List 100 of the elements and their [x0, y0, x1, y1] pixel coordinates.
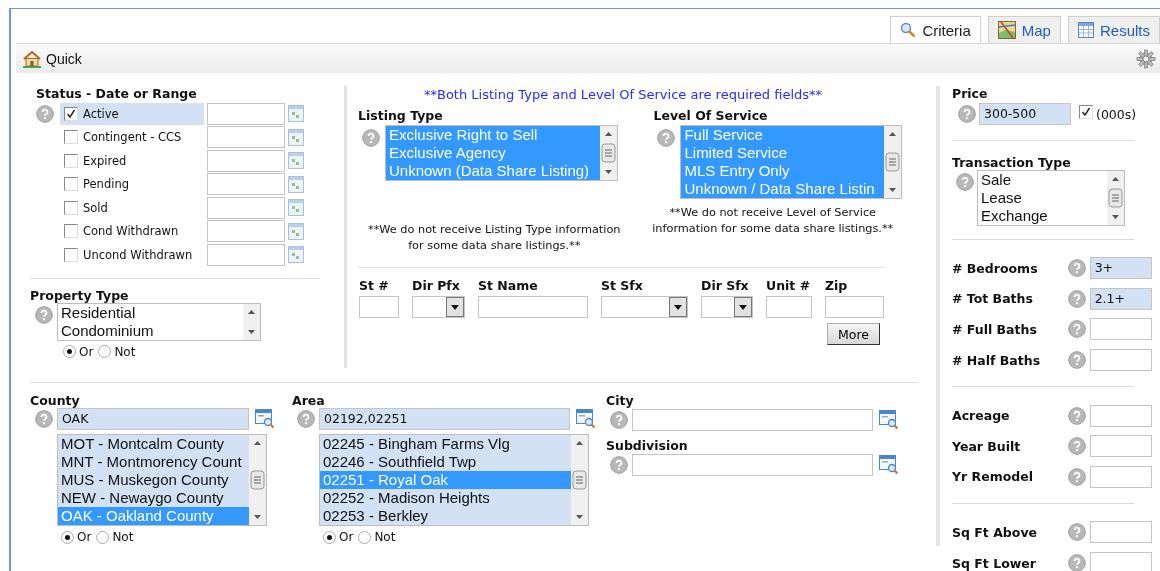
- list-option[interactable]: Lease: [978, 189, 1107, 207]
- help-icon[interactable]: [956, 173, 974, 191]
- lookup-input[interactable]: 02192,02251: [319, 408, 570, 430]
- list-option[interactable]: MNT - Montmorency Count: [58, 453, 249, 471]
- list-option[interactable]: Sale: [978, 171, 1107, 189]
- number-input[interactable]: [1089, 435, 1152, 458]
- calendar-icon[interactable]: [288, 175, 304, 193]
- radio-button[interactable]: [96, 530, 110, 544]
- checkbox[interactable]: [64, 247, 78, 262]
- help-icon[interactable]: [958, 105, 976, 123]
- list-option[interactable]: 02252 - Madison Heights: [320, 489, 571, 507]
- list-option[interactable]: MUS - Muskegon County: [58, 471, 249, 489]
- text-input[interactable]: [825, 296, 884, 318]
- help-icon[interactable]: [1067, 406, 1086, 425]
- lookup-input[interactable]: OAK: [57, 408, 249, 430]
- radio-button[interactable]: [61, 530, 74, 544]
- number-input[interactable]: [1089, 552, 1152, 571]
- date-input[interactable]: [207, 149, 285, 172]
- text-input[interactable]: [478, 296, 588, 318]
- help-icon[interactable]: [657, 129, 676, 147]
- calendar-icon[interactable]: [288, 128, 304, 146]
- text-input[interactable]: [766, 296, 812, 318]
- help-icon[interactable]: [610, 411, 628, 429]
- list-option[interactable]: 02246 - Southfield Twp: [320, 453, 571, 471]
- calendar-icon[interactable]: [288, 152, 304, 170]
- checkbox[interactable]: [64, 106, 78, 121]
- list-option[interactable]: 02245 - Bingham Farms Vlg: [320, 435, 571, 453]
- list-box[interactable]: Residential Condominium: [57, 302, 261, 341]
- dropdown[interactable]: [701, 296, 753, 318]
- list-option[interactable]: Exchange: [978, 207, 1107, 225]
- lookup-input[interactable]: [632, 454, 873, 476]
- list-box[interactable]: Sale Lease Exchange: [977, 170, 1125, 226]
- scrollbar[interactable]: [243, 303, 260, 340]
- checkbox[interactable]: [64, 153, 78, 168]
- lookup-icon[interactable]: [255, 409, 275, 429]
- help-icon[interactable]: [610, 456, 628, 474]
- calendar-icon[interactable]: [288, 199, 304, 217]
- help-icon[interactable]: [297, 410, 315, 428]
- list-option[interactable]: NEW - Newaygo County: [58, 489, 249, 507]
- calendar-icon[interactable]: [288, 246, 304, 264]
- more-button[interactable]: More: [827, 323, 880, 345]
- help-icon[interactable]: [36, 105, 54, 123]
- checkbox[interactable]: [64, 177, 78, 192]
- number-input[interactable]: [1089, 465, 1152, 488]
- list-box[interactable]: 02245 - Bingham Farms Vlg 02246 - Southfield Twp 02251 - Royal Oak 02252 - Madison Heights 02253 - Berkley: [319, 434, 589, 526]
- calendar-icon[interactable]: [288, 222, 304, 240]
- dropdown[interactable]: [412, 296, 465, 318]
- tab[interactable]: Map: [987, 16, 1061, 43]
- checkbox[interactable]: [64, 224, 78, 239]
- radio-button[interactable]: [98, 345, 112, 358]
- number-input[interactable]: [1089, 349, 1152, 372]
- radio-button[interactable]: [323, 530, 336, 544]
- help-icon[interactable]: [1067, 351, 1086, 370]
- scrollbar[interactable]: [600, 126, 617, 180]
- list-box[interactable]: MOT - Montcalm County MNT - Montmorency Count MUS - Muskegon County NEW - Newaygo County OAK - Oakland County: [57, 434, 267, 526]
- help-icon[interactable]: [35, 305, 53, 324]
- help-icon[interactable]: [1067, 554, 1086, 571]
- radio-button[interactable]: [63, 345, 76, 358]
- house-icon[interactable]: [22, 49, 42, 68]
- scrollbar[interactable]: [1107, 171, 1124, 225]
- tab[interactable]: Results: [1067, 16, 1160, 43]
- checkbox[interactable]: [64, 200, 78, 215]
- date-input[interactable]: [207, 126, 285, 149]
- dropdown[interactable]: [601, 296, 688, 318]
- help-icon[interactable]: [1067, 259, 1086, 278]
- date-input[interactable]: [207, 196, 285, 219]
- help-icon[interactable]: [362, 129, 380, 147]
- number-input[interactable]: [1089, 318, 1152, 341]
- lookup-icon[interactable]: [576, 409, 596, 429]
- lookup-input[interactable]: [632, 409, 873, 431]
- help-icon[interactable]: [1067, 467, 1086, 486]
- number-input[interactable]: 3+: [1089, 257, 1152, 280]
- lookup-icon[interactable]: [879, 410, 899, 430]
- date-input[interactable]: [207, 220, 285, 243]
- help-icon[interactable]: [1067, 437, 1086, 456]
- help-icon[interactable]: [35, 410, 53, 428]
- lookup-icon[interactable]: [879, 455, 899, 475]
- radio-button[interactable]: [358, 530, 372, 544]
- date-input[interactable]: [207, 243, 285, 266]
- list-option[interactable]: Residential: [58, 303, 243, 322]
- list-option[interactable]: MOT - Montcalm County: [58, 435, 249, 453]
- scrollbar[interactable]: [249, 435, 266, 525]
- calendar-icon[interactable]: [288, 105, 304, 123]
- list-option[interactable]: Condominium: [58, 321, 243, 340]
- scrollbar[interactable]: [884, 126, 902, 198]
- checkbox[interactable]: [64, 130, 78, 145]
- quick-link[interactable]: Quick: [46, 50, 82, 67]
- date-input[interactable]: [207, 173, 285, 196]
- text-input[interactable]: [359, 296, 399, 318]
- list-option[interactable]: 02253 - Berkley: [320, 507, 571, 525]
- help-icon[interactable]: [1067, 523, 1086, 542]
- number-input[interactable]: [1089, 521, 1152, 544]
- number-input[interactable]: [1089, 404, 1152, 427]
- checkbox[interactable]: [1079, 105, 1093, 119]
- tab[interactable]: Criteria: [890, 16, 981, 43]
- settings-icon[interactable]: [1136, 48, 1156, 69]
- scrollbar[interactable]: [571, 435, 588, 525]
- help-icon[interactable]: [1067, 320, 1086, 339]
- help-icon[interactable]: [1067, 289, 1086, 308]
- number-input[interactable]: 2.1+: [1089, 287, 1152, 310]
